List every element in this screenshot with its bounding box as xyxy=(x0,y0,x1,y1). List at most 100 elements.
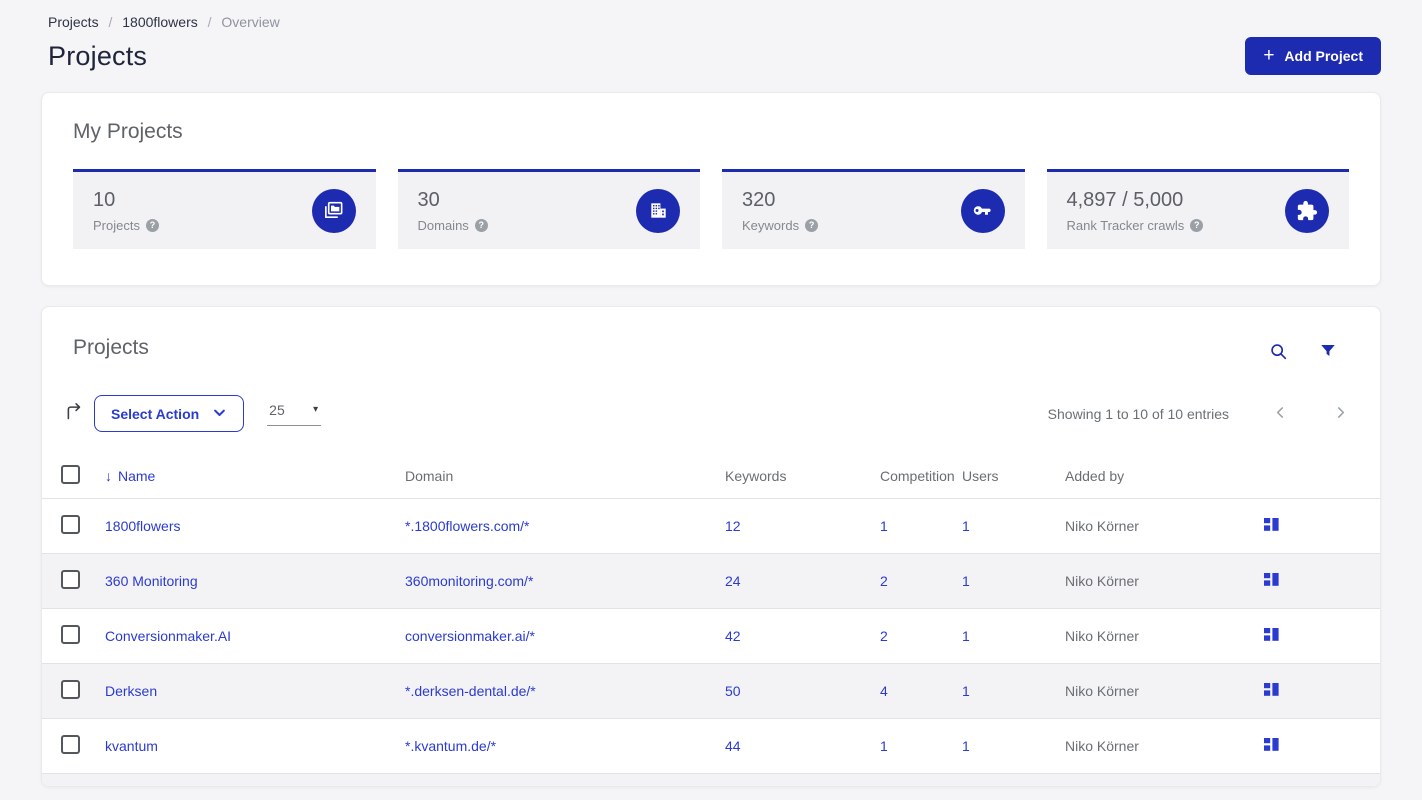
row-checkbox[interactable] xyxy=(61,570,80,589)
project-dashboard-button[interactable] xyxy=(1264,517,1280,535)
export-button[interactable] xyxy=(64,401,85,427)
competition-count[interactable]: 4 xyxy=(880,683,888,699)
stat-domains-value: 30 xyxy=(417,188,440,211)
table-header-row: ↓ Name Domain Keywords Competition Users… xyxy=(42,453,1380,499)
page-size-value: 25 xyxy=(269,401,285,418)
page: Projects / 1800flowers / Overview Projec… xyxy=(0,0,1422,800)
add-project-button[interactable]: + Add Project xyxy=(1245,37,1381,75)
project-dashboard-button[interactable] xyxy=(1264,627,1280,645)
competition-count[interactable]: 1 xyxy=(880,738,888,754)
breadcrumb-1800flowers[interactable]: 1800flowers xyxy=(122,14,198,30)
project-domain-link[interactable]: *.kvantum.de/* xyxy=(405,738,496,754)
dashboard-icon xyxy=(1264,737,1280,755)
page-size-select[interactable]: 25 ▾ xyxy=(267,401,322,426)
chevron-right-icon xyxy=(1332,404,1349,424)
column-header-domain[interactable]: Domain xyxy=(405,468,725,484)
my-projects-title: My Projects xyxy=(73,120,183,143)
project-name-link[interactable]: 1800flowers xyxy=(105,518,181,534)
next-page-button[interactable] xyxy=(1332,404,1349,424)
project-name-link[interactable]: Conversionmaker.AI xyxy=(105,628,231,644)
project-domain-link[interactable]: 360monitoring.com/* xyxy=(405,573,533,589)
project-name-link[interactable]: kvantum xyxy=(105,738,158,754)
keywords-count[interactable]: 24 xyxy=(725,573,741,589)
project-domain-link[interactable]: conversionmaker.ai/* xyxy=(405,628,535,644)
users-count[interactable]: 1 xyxy=(962,683,970,699)
stat-crawls-label: Rank Tracker crawls xyxy=(1066,217,1185,233)
users-count[interactable]: 1 xyxy=(962,573,970,589)
select-action-dropdown[interactable]: Select Action xyxy=(94,395,245,432)
search-icon xyxy=(1269,342,1288,364)
added-by-name: Niko Körner xyxy=(1065,518,1139,534)
dashboard-icon xyxy=(1264,572,1280,590)
row-checkbox[interactable] xyxy=(61,515,80,534)
competition-count[interactable]: 1 xyxy=(880,518,888,534)
keywords-count[interactable]: 42 xyxy=(725,628,741,644)
competition-count[interactable]: 2 xyxy=(880,573,888,589)
row-checkbox[interactable] xyxy=(61,625,80,644)
column-header-users[interactable]: Users xyxy=(962,468,1065,484)
column-header-name[interactable]: ↓ Name xyxy=(105,468,405,484)
keywords-count[interactable]: 12 xyxy=(725,518,741,534)
filter-button[interactable] xyxy=(1319,342,1337,364)
breadcrumb: Projects / 1800flowers / Overview xyxy=(41,0,1381,30)
help-icon[interactable]: ? xyxy=(145,218,159,232)
chevron-down-icon xyxy=(212,405,227,423)
stat-keywords: 320 Keywords ? xyxy=(722,169,1025,249)
row-checkbox[interactable] xyxy=(61,735,80,754)
competition-count[interactable]: 2 xyxy=(880,628,888,644)
previous-page-button[interactable] xyxy=(1272,404,1289,424)
project-name-link[interactable]: Derksen xyxy=(105,683,157,699)
added-by-name: Niko Körner xyxy=(1065,738,1139,754)
key-icon xyxy=(960,188,1005,233)
partial-next-row xyxy=(42,774,1380,786)
project-domain-link[interactable]: *.derksen-dental.de/* xyxy=(405,683,536,699)
help-icon[interactable]: ? xyxy=(1190,218,1204,232)
projects-table: ↓ Name Domain Keywords Competition Users… xyxy=(42,453,1380,786)
breadcrumb-overview: Overview xyxy=(221,14,280,30)
users-count[interactable]: 1 xyxy=(962,628,970,644)
stat-keywords-label: Keywords xyxy=(742,217,800,233)
table-row: kvantum *.kvantum.de/* 44 1 1 Niko Körne… xyxy=(42,719,1380,774)
puzzle-icon xyxy=(1285,188,1329,233)
column-header-added-by[interactable]: Added by xyxy=(1065,468,1264,484)
export-arrow-icon xyxy=(64,401,85,425)
stats-row: 10 Projects ? 30 Domains ? 320 Keywords … xyxy=(73,169,1349,249)
users-count[interactable]: 1 xyxy=(962,738,970,754)
column-header-keywords[interactable]: Keywords xyxy=(725,468,880,484)
caret-down-icon: ▾ xyxy=(313,404,319,415)
breadcrumb-separator: / xyxy=(207,14,212,30)
page-title: Projects xyxy=(48,40,148,71)
stat-rank-tracker-crawls: 4,897 / 5,000 Rank Tracker crawls ? xyxy=(1046,169,1349,249)
column-header-competition[interactable]: Competition xyxy=(880,468,962,484)
users-count[interactable]: 1 xyxy=(962,518,970,534)
help-icon[interactable]: ? xyxy=(474,218,488,232)
sort-descending-icon: ↓ xyxy=(105,467,112,484)
added-by-name: Niko Körner xyxy=(1065,683,1139,699)
building-icon xyxy=(636,188,680,233)
stacked-folders-icon xyxy=(311,188,356,233)
keywords-count[interactable]: 44 xyxy=(725,738,741,754)
project-dashboard-button[interactable] xyxy=(1264,572,1280,590)
title-row: Projects + Add Project xyxy=(41,30,1381,75)
dashboard-icon xyxy=(1264,517,1280,535)
showing-entries-text: Showing 1 to 10 of 10 entries xyxy=(1047,405,1229,422)
project-dashboard-button[interactable] xyxy=(1264,737,1280,755)
breadcrumb-projects[interactable]: Projects xyxy=(48,14,99,30)
table-row: 360 Monitoring 360monitoring.com/* 24 2 … xyxy=(42,554,1380,609)
stat-domains: 30 Domains ? xyxy=(397,169,700,249)
added-by-name: Niko Körner xyxy=(1065,573,1139,589)
chevron-left-icon xyxy=(1272,404,1289,424)
help-icon[interactable]: ? xyxy=(805,218,819,232)
added-by-name: Niko Körner xyxy=(1065,628,1139,644)
stat-projects-label: Projects xyxy=(93,217,140,233)
row-checkbox[interactable] xyxy=(61,680,80,699)
add-project-label: Add Project xyxy=(1284,48,1363,64)
search-button[interactable] xyxy=(1269,342,1288,364)
project-dashboard-button[interactable] xyxy=(1264,682,1280,700)
project-domain-link[interactable]: *.1800flowers.com/* xyxy=(405,518,530,534)
project-name-link[interactable]: 360 Monitoring xyxy=(105,573,198,589)
keywords-count[interactable]: 50 xyxy=(725,683,741,699)
breadcrumb-separator: / xyxy=(108,14,113,30)
stat-projects-value: 10 xyxy=(93,188,116,211)
select-all-checkbox[interactable] xyxy=(61,464,80,484)
